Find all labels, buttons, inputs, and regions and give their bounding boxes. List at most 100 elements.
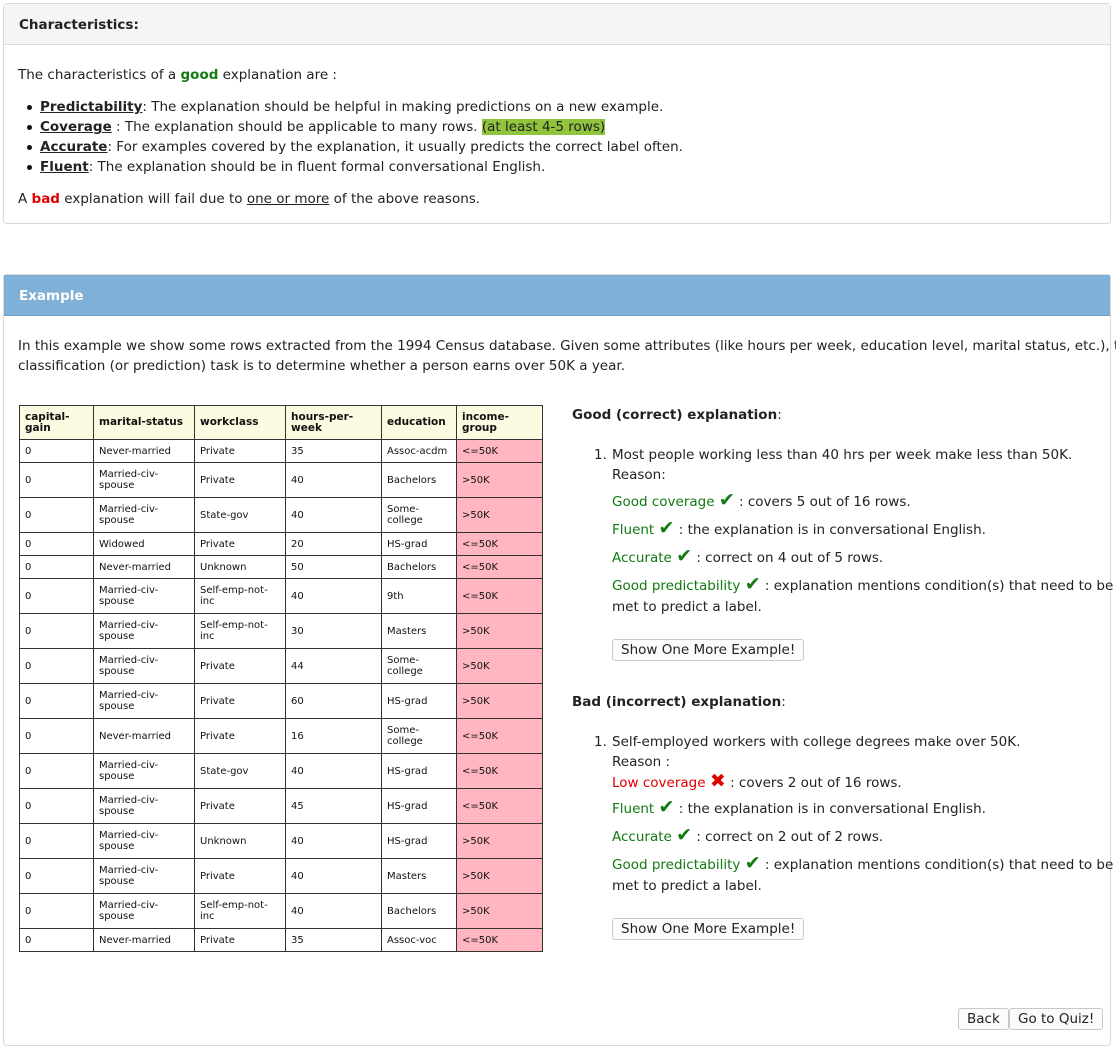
- table-cell: 40: [285, 823, 382, 859]
- table-cell: Private: [194, 788, 286, 824]
- back-button[interactable]: Back: [958, 1008, 1009, 1030]
- good-criterion-fluent: Fluent ✔ : the explanation is in convers…: [612, 519, 986, 539]
- table-row: 0 Married-civ-spouse Unknown 40 HS-grad >50K: [19, 823, 543, 859]
- table-cell: Married-civ-spouse: [93, 497, 195, 533]
- table-cell: 35: [285, 439, 382, 463]
- term-accurate: Accurate: [40, 139, 108, 155]
- table-cell: 0: [19, 578, 94, 614]
- table-cell: Married-civ-spouse: [93, 648, 195, 684]
- table-cell: >50K: [456, 683, 543, 719]
- outro-text: A: [18, 191, 32, 207]
- table-row: 0 Married-civ-spouse State-gov 40 Some-colle…: [19, 497, 543, 533]
- table-cell: Married-civ-spouse: [93, 788, 195, 824]
- table-row: 0 Married-civ-spouse Private 45 HS-grad <=50K: [19, 788, 543, 824]
- table-cell: Assoc-voc: [381, 928, 457, 952]
- table-cell: Self-emp-not-inc: [194, 578, 286, 614]
- table-cell: >50K: [456, 823, 543, 859]
- good-criterion-continuation: met to predict a label.: [612, 599, 762, 615]
- show-more-example-button[interactable]: Show One More Example!: [612, 918, 805, 940]
- table-cell: 35: [285, 928, 382, 952]
- example-intro-line-1: In this example we show some rows extrac…: [18, 338, 1116, 354]
- table-cell: Bachelors: [381, 555, 457, 579]
- bad-criterion-fluent: Fluent ✔ : the explanation is in convers…: [612, 798, 986, 818]
- table-cell: >50K: [456, 497, 543, 533]
- table-cell: Unknown: [194, 823, 286, 859]
- bad-criterion-predictability: Good predictability ✔ : explanation ment…: [612, 854, 1114, 874]
- table-cell: Married-civ-spouse: [93, 753, 195, 789]
- table-cell: Self-emp-not-inc: [194, 613, 286, 649]
- table-cell: >50K: [456, 648, 543, 684]
- table-cell: 0: [19, 648, 94, 684]
- census-table: capital-gain marital-status workclass ho…: [19, 405, 543, 952]
- table-cell: 0: [19, 439, 94, 463]
- table-row: 0 Married-civ-spouse Private 40 Bachelors >50…: [19, 462, 543, 498]
- table-cell: 0: [19, 613, 94, 649]
- table-cell: 0: [19, 753, 94, 789]
- criterion-label: Fluent: [612, 522, 655, 538]
- check-icon: ✔: [744, 852, 761, 874]
- table-cell: Self-emp-not-inc: [194, 893, 286, 929]
- bad-title-text: Bad (incorrect) explanation: [572, 694, 782, 710]
- table-cell: 0: [19, 532, 94, 556]
- criterion-label: Good predictability: [612, 857, 741, 873]
- characteristics-list: Predictability: The explanation should b…: [27, 97, 683, 177]
- column-header: workclass: [194, 405, 286, 440]
- table-cell: <=50K: [456, 788, 543, 824]
- table-row: 0 Married-civ-spouse Private 60 HS-grad >50K: [19, 683, 543, 719]
- table-cell: <=50K: [456, 532, 543, 556]
- table-cell: Married-civ-spouse: [93, 823, 195, 859]
- table-cell: 30: [285, 613, 382, 649]
- characteristics-outro: A bad explanation will fail due to one o…: [18, 191, 480, 207]
- check-icon: ✔: [718, 489, 735, 511]
- table-cell: Private: [194, 462, 286, 498]
- table-row: 0 Never-married Unknown 50 Bachelors <=50K: [19, 555, 543, 579]
- colon: :: [781, 694, 786, 710]
- table-cell: Private: [194, 439, 286, 463]
- table-cell: Married-civ-spouse: [93, 462, 195, 498]
- table-cell: Some-college: [381, 648, 457, 684]
- criterion-text: : correct on 4 out of 5 rows.: [692, 550, 884, 566]
- table-cell: >50K: [456, 893, 543, 929]
- table-row: 0 Never-married Private 35 Assoc-acdm <=50K: [19, 439, 543, 463]
- intro-text: The characteristics of a: [18, 67, 181, 83]
- good-word: good: [180, 67, 219, 83]
- table-cell: 50: [285, 555, 382, 579]
- bad-criterion-continuation: met to predict a label.: [612, 878, 762, 894]
- table-cell: Never-married: [93, 928, 195, 952]
- table-cell: >50K: [456, 858, 543, 894]
- table-row: 0 Married-civ-spouse State-gov 40 HS-grad <=5…: [19, 753, 543, 789]
- item-number: 1.: [594, 734, 607, 750]
- go-to-quiz-button[interactable]: Go to Quiz!: [1009, 1008, 1104, 1030]
- criterion-text: : explanation mentions condition(s) that…: [760, 578, 1114, 594]
- table-cell: 0: [19, 555, 94, 579]
- table-cell: Unknown: [194, 555, 286, 579]
- good-criterion-accurate: Accurate ✔ : correct on 4 out of 5 rows.: [612, 547, 884, 567]
- term-desc: : The explanation should be helpful in m…: [142, 99, 664, 115]
- outro-text-end: of the above reasons.: [329, 191, 481, 207]
- criterion-label: Accurate: [612, 829, 672, 845]
- criterion-label: Good coverage: [612, 494, 715, 510]
- table-row: 0 Married-civ-spouse Self-emp-not-inc 40 Bac…: [19, 893, 543, 929]
- criterion-text: : explanation mentions condition(s) that…: [760, 857, 1114, 873]
- table-cell: Bachelors: [381, 893, 457, 929]
- bad-criterion-coverage: Low coverage ✖ : covers 2 out of 16 rows…: [612, 772, 902, 792]
- criterion-text: : the explanation is in conversational E…: [674, 801, 986, 817]
- show-more-example-button[interactable]: Show One More Example!: [612, 639, 805, 661]
- colon: :: [777, 407, 782, 423]
- table-cell: Private: [194, 683, 286, 719]
- good-criterion-predictability: Good predictability ✔ : explanation ment…: [612, 575, 1114, 595]
- column-header: hours-per-week: [285, 405, 382, 440]
- table-cell: HS-grad: [381, 753, 457, 789]
- table-cell: State-gov: [194, 497, 286, 533]
- table-cell: Married-civ-spouse: [93, 893, 195, 929]
- example-intro-line-2: classification (or prediction) task is t…: [18, 358, 625, 374]
- table-cell: Married-civ-spouse: [93, 613, 195, 649]
- table-row: 0 Widowed Private 20 HS-grad <=50K: [19, 532, 543, 556]
- table-cell: HS-grad: [381, 683, 457, 719]
- bad-reason-label: Reason :: [612, 754, 671, 770]
- table-cell: Private: [194, 648, 286, 684]
- table-cell: HS-grad: [381, 532, 457, 556]
- good-title-text: Good (correct) explanation: [572, 407, 778, 423]
- bad-criterion-accurate: Accurate ✔ : correct on 2 out of 2 rows.: [612, 826, 883, 846]
- table-cell: 0: [19, 858, 94, 894]
